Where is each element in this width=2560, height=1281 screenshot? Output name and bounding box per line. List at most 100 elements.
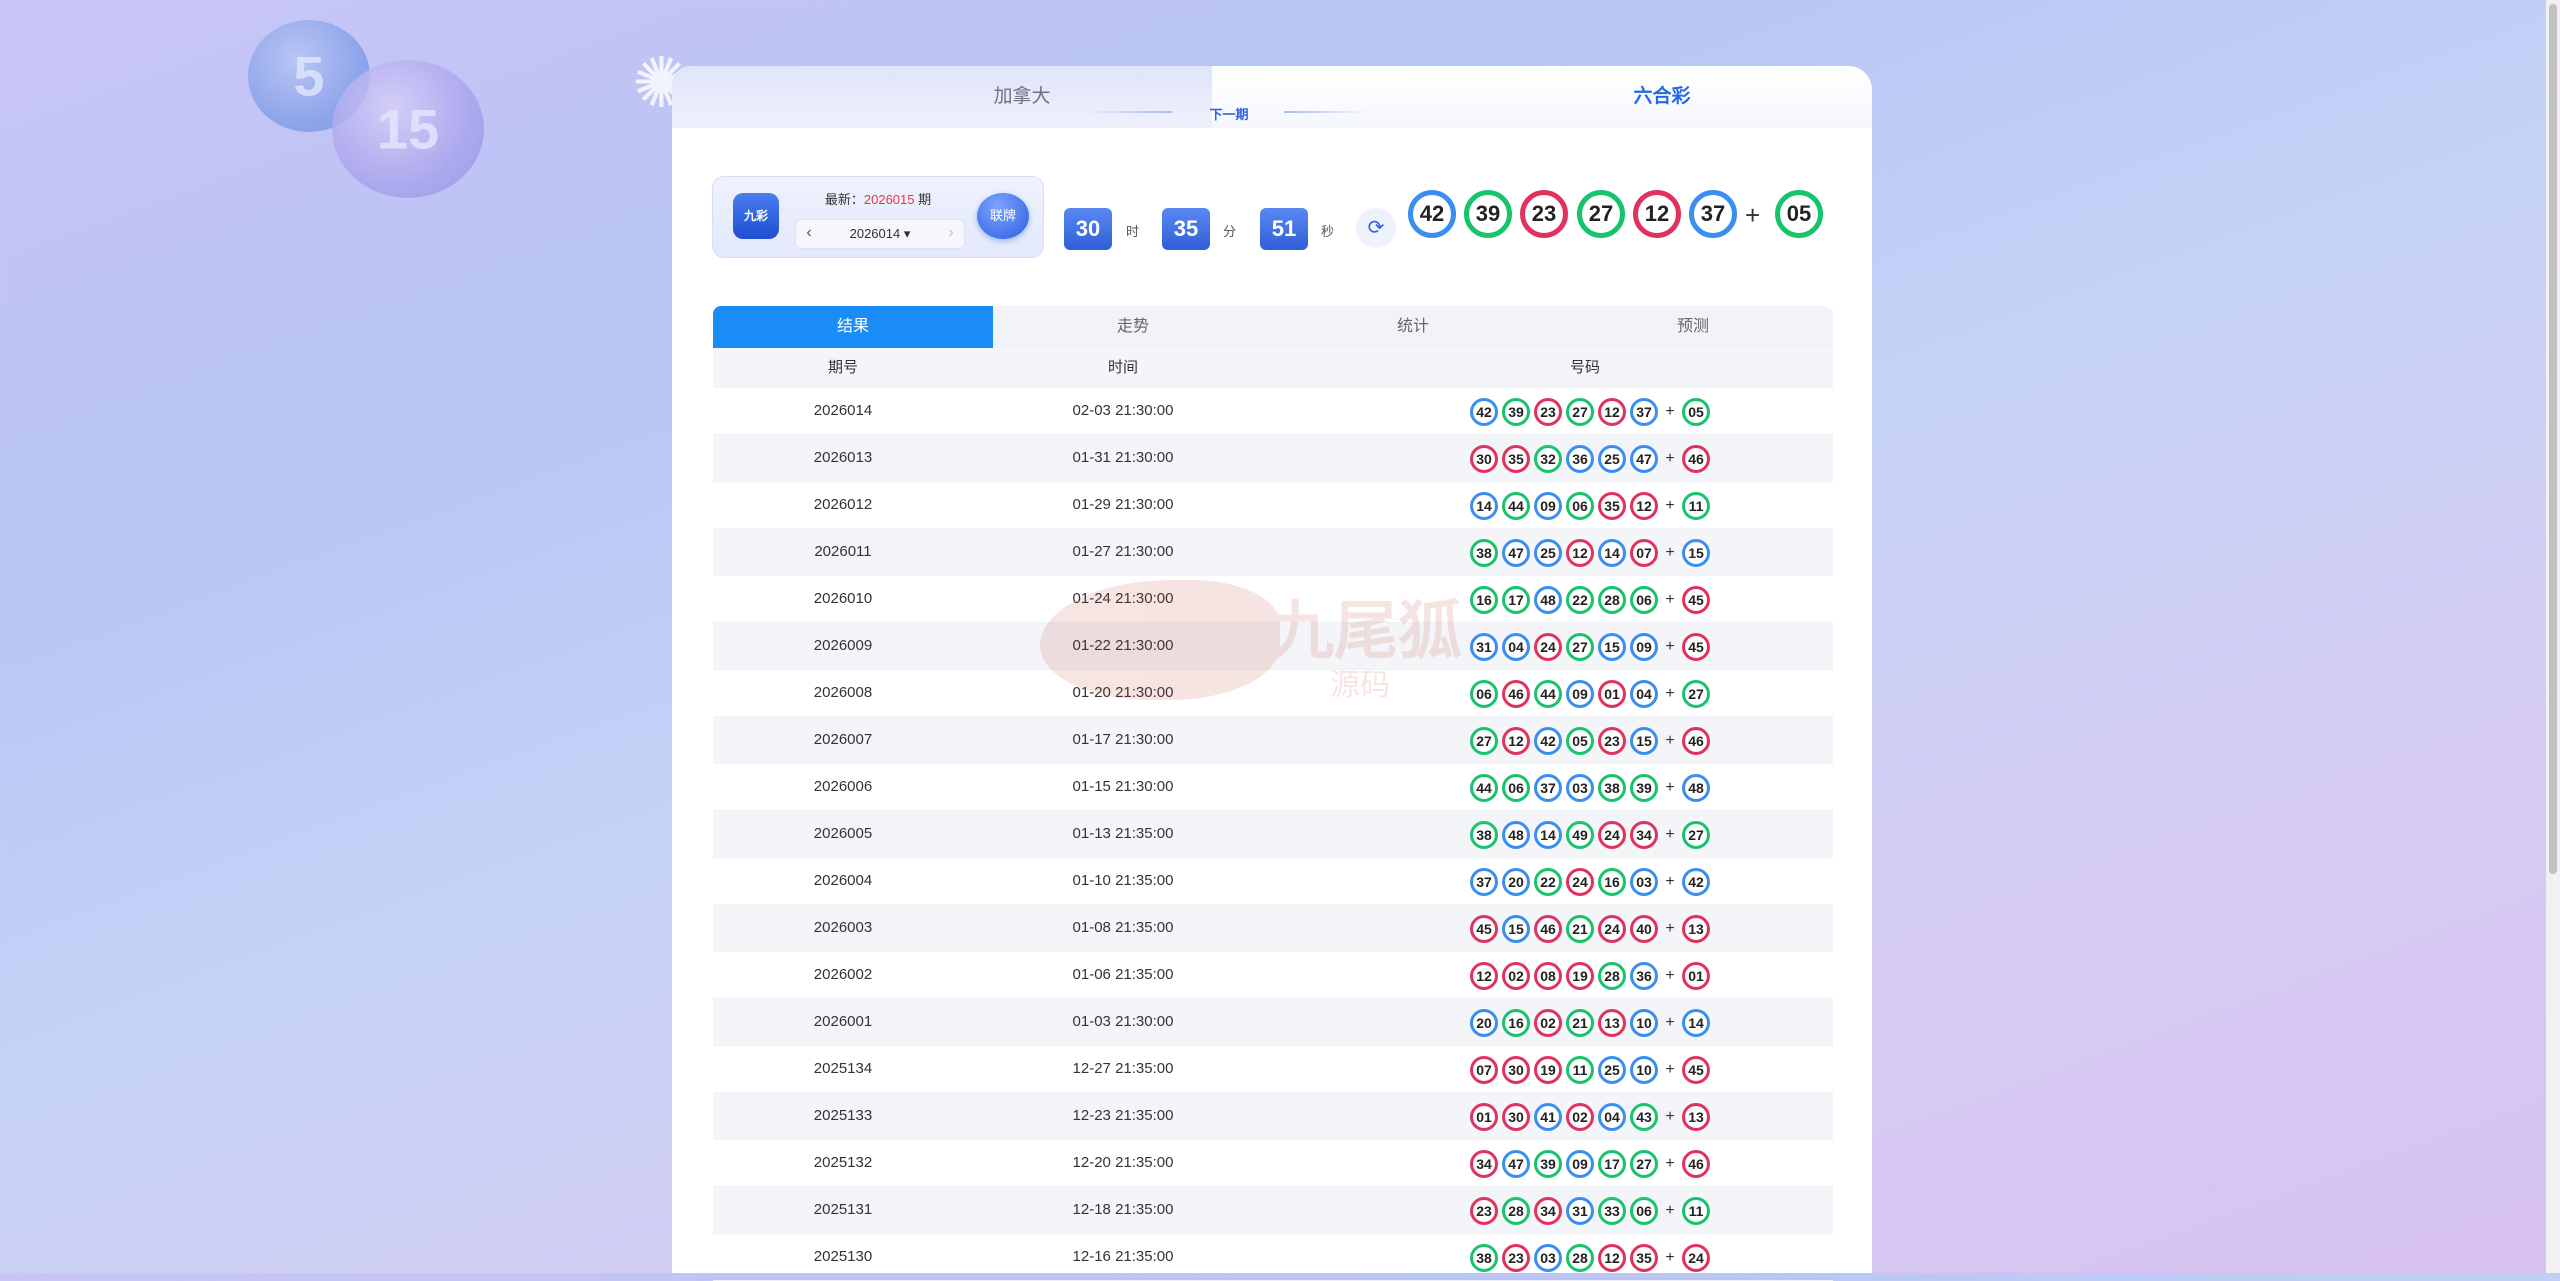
table-row[interactable]: 2026013 01-31 21:30:00 30 35 32 36 25 47 +46 (713, 435, 1833, 482)
table-row[interactable]: 2025133 12-23 21:35:00 01 30 41 02 04 43 +13 (713, 1093, 1833, 1140)
number-ball: 34 (1470, 1150, 1498, 1178)
number-ball: 23 (1598, 727, 1626, 755)
tab-prediction[interactable]: 预测 (1553, 306, 1833, 348)
row-numbers: 20 16 02 21 13 10 +14 (1470, 1009, 1714, 1037)
latest-label: 最新： (824, 192, 864, 207)
number-ball: 39 (1502, 398, 1530, 426)
live-button[interactable]: 联牌 (977, 193, 1029, 239)
tab-trend[interactable]: 走势 (993, 306, 1273, 348)
plus-sign: + (1745, 200, 1761, 230)
latest-period: 最新：2026015 期 (803, 189, 953, 208)
row-period: 2025133 (813, 1107, 873, 1124)
row-period: 2025132 (813, 1154, 873, 1171)
table-row[interactable]: 2025131 12-18 21:35:00 23 28 34 31 33 06 +11 (713, 1187, 1833, 1234)
number-ball: 35 (1502, 445, 1530, 473)
special-number-ball: 45 (1682, 633, 1710, 661)
table-row[interactable]: 2025130 12-16 21:35:00 38 23 03 28 12 35 +24 (713, 1234, 1833, 1281)
number-ball: 23 (1534, 398, 1562, 426)
table-row[interactable]: 2025134 12-27 21:35:00 07 30 19 11 25 10 +45 (713, 1046, 1833, 1093)
table-row[interactable]: 2026004 01-10 21:35:00 37 20 22 24 16 03 +42 (713, 858, 1833, 905)
scrollbar-thumb[interactable] (2549, 4, 2557, 874)
latest-period-number: 2026015 (863, 192, 915, 207)
number-ball: 03 (1630, 868, 1658, 896)
number-ball: 47 (1630, 445, 1658, 473)
number-ball: 25 (1598, 445, 1626, 473)
number-ball: 04 (1598, 1103, 1626, 1131)
number-ball: 06 (1566, 492, 1594, 520)
page-scrollbar[interactable] (2546, 0, 2560, 1273)
number-ball: 15 (1502, 915, 1530, 943)
special-number-ball: 11 (1682, 492, 1710, 520)
tab-statistics[interactable]: 统计 (1273, 306, 1553, 348)
table-row[interactable]: 2025132 12-20 21:35:00 34 47 39 09 17 27 +46 (713, 1140, 1833, 1187)
table-row[interactable]: 2026011 01-27 21:30:00 38 47 25 12 14 07 +15 (713, 529, 1833, 576)
row-numbers: 01 30 41 02 04 43 +13 (1470, 1103, 1714, 1131)
row-period: 2026001 (813, 1013, 873, 1030)
table-row[interactable]: 2026014 02-03 21:30:00 42 39 23 27 12 37 +05 (713, 388, 1833, 435)
number-ball: 06 (1502, 774, 1530, 802)
row-numbers: 31 04 24 27 15 09 +45 (1470, 633, 1714, 661)
row-period: 2026007 (813, 731, 873, 748)
tab-results[interactable]: 结果 (713, 306, 993, 348)
number-ball: 24 (1598, 821, 1626, 849)
prev-period-icon[interactable]: ‹ (796, 220, 822, 248)
table-row[interactable]: 2026008 01-20 21:30:00 06 46 44 09 01 04 +27 (713, 670, 1833, 717)
row-time: 02-03 21:30:00 (1072, 402, 1174, 419)
number-ball: 16 (1598, 868, 1626, 896)
next-period-icon[interactable]: › (938, 220, 964, 248)
number-ball: 07 (1630, 539, 1658, 567)
row-time: 01-03 21:30:00 (1072, 1013, 1174, 1030)
plus-sign: + (1665, 732, 1675, 749)
plus-sign: + (1665, 403, 1675, 420)
table-row[interactable]: 2026003 01-08 21:35:00 45 15 46 21 24 40 +13 (713, 905, 1833, 952)
special-number-ball: 05 (1682, 398, 1710, 426)
number-ball: 37 (1630, 398, 1658, 426)
number-ball: 04 (1630, 680, 1658, 708)
number-ball: 05 (1566, 727, 1594, 755)
plus-sign: + (1665, 1108, 1675, 1125)
tab-mark-six[interactable]: 六合彩 (1212, 66, 1872, 128)
seconds-unit: 秒 (1321, 224, 1335, 239)
table-row[interactable]: 2026009 01-22 21:30:00 31 04 24 27 15 09 +45 (713, 623, 1833, 670)
special-number-ball: 27 (1682, 680, 1710, 708)
row-time: 01-08 21:35:00 (1072, 919, 1174, 936)
number-ball: 35 (1598, 492, 1626, 520)
table-row[interactable]: 2026006 01-15 21:30:00 44 06 37 03 38 39 +48 (713, 764, 1833, 811)
number-ball: 21 (1566, 1009, 1594, 1037)
number-ball: 42 (1534, 727, 1562, 755)
number-ball: 39 (1534, 1150, 1562, 1178)
number-ball: 38 (1598, 774, 1626, 802)
period-selector[interactable]: ‹ 2026014 ▾ › (795, 219, 965, 249)
latest-ball: 23 (1520, 190, 1568, 238)
table-row[interactable]: 2026007 01-17 21:30:00 27 12 42 05 23 15 +46 (713, 717, 1833, 764)
table-row[interactable]: 2026012 01-29 21:30:00 14 44 09 06 35 12 +11 (713, 482, 1833, 529)
table-row[interactable]: 2026001 01-03 21:30:00 20 16 02 21 13 10 +14 (713, 999, 1833, 1046)
number-ball: 30 (1502, 1103, 1530, 1131)
row-period: 2026005 (813, 825, 873, 842)
number-ball: 28 (1502, 1197, 1530, 1225)
table-row[interactable]: 2026005 01-13 21:35:00 38 48 14 49 24 34 +27 (713, 811, 1833, 858)
row-period: 2026003 (813, 919, 873, 936)
row-numbers: 30 35 32 36 25 47 +46 (1470, 445, 1714, 473)
latest-ball: 39 (1464, 190, 1512, 238)
number-ball: 38 (1470, 821, 1498, 849)
plus-sign: + (1665, 873, 1675, 890)
number-ball: 47 (1502, 539, 1530, 567)
number-ball: 38 (1470, 539, 1498, 567)
number-ball: 47 (1502, 1150, 1530, 1178)
table-row[interactable]: 2026010 01-24 21:30:00 16 17 48 22 28 06 +45 (713, 576, 1833, 623)
table-row[interactable]: 2026002 01-06 21:35:00 12 02 08 19 28 36 +01 (713, 952, 1833, 999)
number-ball: 06 (1630, 1197, 1658, 1225)
special-number-ball: 01 (1682, 962, 1710, 990)
number-ball: 46 (1502, 680, 1530, 708)
plus-sign: + (1665, 826, 1675, 843)
row-numbers: 34 47 39 09 17 27 +46 (1470, 1150, 1714, 1178)
number-ball: 23 (1502, 1244, 1530, 1272)
period-dropdown[interactable]: 2026014 ▾ (822, 220, 938, 248)
number-ball: 03 (1534, 1244, 1562, 1272)
number-ball: 20 (1502, 868, 1530, 896)
number-ball: 24 (1598, 915, 1626, 943)
number-ball: 01 (1598, 680, 1626, 708)
refresh-icon[interactable]: ⟳ (1356, 208, 1396, 248)
row-period: 2026009 (813, 637, 873, 654)
